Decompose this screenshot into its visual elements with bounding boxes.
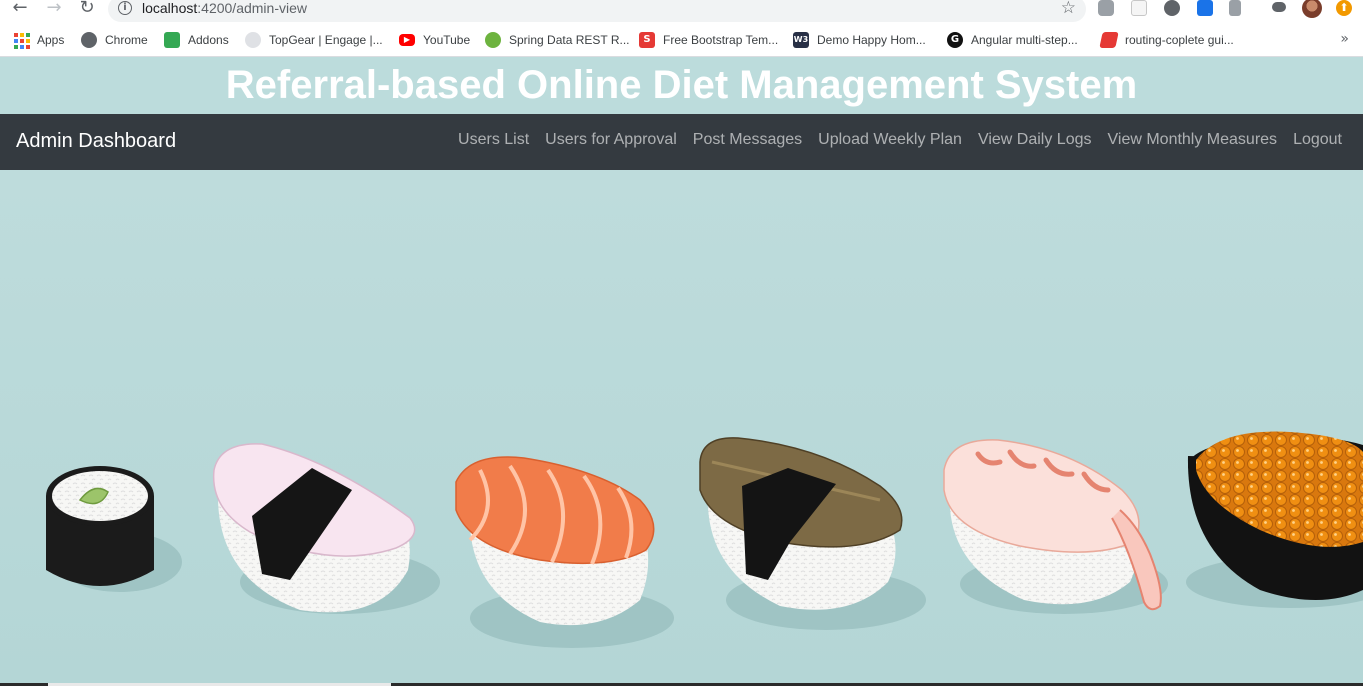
bookmark-bootstrap[interactable]: S Free Bootstrap Tem... (639, 31, 778, 49)
bookmark-label: Chrome (105, 33, 148, 47)
extension-c-icon[interactable] (1229, 0, 1241, 16)
hero-banner (0, 170, 1363, 686)
nav-link-post-messages[interactable]: Post Messages (693, 131, 802, 149)
nav-link-users-approval[interactable]: Users for Approval (545, 131, 677, 149)
eel-nigiri (699, 437, 926, 630)
bookmark-spring[interactable]: Spring Data REST R... (485, 31, 630, 49)
bookmarks-bar: Apps Chrome Addons TopGear | Engage |...… (0, 24, 1363, 57)
globe-icon (81, 32, 97, 48)
page-header: Referral-based Online Diet Management Sy… (0, 57, 1363, 114)
update-icon[interactable]: ⬆ (1336, 0, 1352, 16)
nav-link-upload-weekly-plan[interactable]: Upload Weekly Plan (818, 131, 962, 149)
bookmark-topgear[interactable]: TopGear | Engage |... (245, 31, 383, 49)
bookmark-chrome[interactable]: Chrome (81, 31, 148, 49)
sushi-illustration (46, 431, 1363, 648)
bookmark-star-icon[interactable]: ☆ (1061, 0, 1076, 18)
bookmark-label: Addons (188, 33, 229, 47)
topgear-icon (245, 32, 261, 48)
back-arrow-icon[interactable]: ← (8, 0, 32, 18)
g-icon: G (947, 32, 963, 48)
nav-link-logout[interactable]: Logout (1293, 131, 1342, 149)
puzzle-icon (164, 32, 180, 48)
w3-icon: W3 (793, 32, 809, 48)
extension-blue-icon[interactable] (1197, 0, 1213, 16)
profile-avatar[interactable] (1302, 0, 1322, 18)
bookmark-label: Apps (37, 33, 65, 47)
maki-roll (46, 466, 182, 592)
extension-doc-icon[interactable] (1131, 0, 1147, 16)
url-host: localhost (142, 0, 198, 16)
browser-toolbar: ← → ↻ i localhost:4200/admin-view ☆ ⬆ (0, 0, 1363, 24)
bookmark-label: Angular multi-step... (971, 33, 1078, 47)
key-icon[interactable] (1272, 2, 1286, 12)
navbar-brand[interactable]: Admin Dashboard (16, 130, 176, 153)
youtube-icon: ▶ (399, 34, 415, 46)
forward-arrow-icon[interactable]: → (42, 0, 66, 18)
squid-nigiri (212, 443, 440, 614)
s-icon: S (639, 32, 655, 48)
bookmark-angular[interactable]: G Angular multi-step... (947, 31, 1078, 49)
admin-navbar: Admin Dashboard Users List Users for App… (0, 114, 1363, 170)
bookmark-label: Spring Data REST R... (509, 33, 630, 47)
url-path: :4200/admin-view (197, 0, 307, 16)
bookmark-apps[interactable]: Apps (13, 31, 64, 49)
page-title: Referral-based Online Diet Management Sy… (225, 63, 1138, 107)
url-text[interactable]: localhost:4200/admin-view (142, 0, 307, 16)
spring-icon (485, 32, 501, 48)
navbar-menu: Users List Users for Approval Post Messa… (458, 131, 1342, 149)
bookmark-label: Demo Happy Hom... (817, 33, 926, 47)
nav-link-view-daily-logs[interactable]: View Daily Logs (978, 131, 1092, 149)
bookmark-happy-home[interactable]: W3 Demo Happy Hom... (793, 31, 926, 49)
extension-circle-icon[interactable] (1164, 0, 1180, 16)
nav-link-users-list[interactable]: Users List (458, 131, 529, 149)
apps-grid-icon (13, 32, 30, 49)
ikura-gunkan (1186, 431, 1363, 608)
site-info-icon[interactable]: i (118, 1, 132, 15)
salmon-nigiri (455, 456, 674, 648)
more-bookmarks-icon[interactable]: » (1340, 31, 1349, 47)
extension-cube-icon[interactable] (1098, 0, 1114, 16)
bookmark-label: TopGear | Engage |... (269, 33, 383, 47)
address-bar[interactable]: i localhost:4200/admin-view ☆ (108, 0, 1086, 22)
bookmark-routing[interactable]: routing-coplete gui... (1099, 31, 1234, 49)
shrimp-nigiri (943, 439, 1168, 614)
bookmark-label: YouTube (423, 33, 471, 47)
bookmark-label: Free Bootstrap Tem... (663, 33, 779, 47)
nav-link-view-monthly-measures[interactable]: View Monthly Measures (1108, 131, 1278, 149)
bookmark-label: routing-coplete gui... (1125, 33, 1234, 47)
routing-icon (1099, 32, 1119, 48)
bookmark-youtube[interactable]: ▶ YouTube (399, 31, 470, 49)
reload-icon[interactable]: ↻ (75, 0, 99, 18)
bookmark-addons[interactable]: Addons (164, 31, 229, 49)
